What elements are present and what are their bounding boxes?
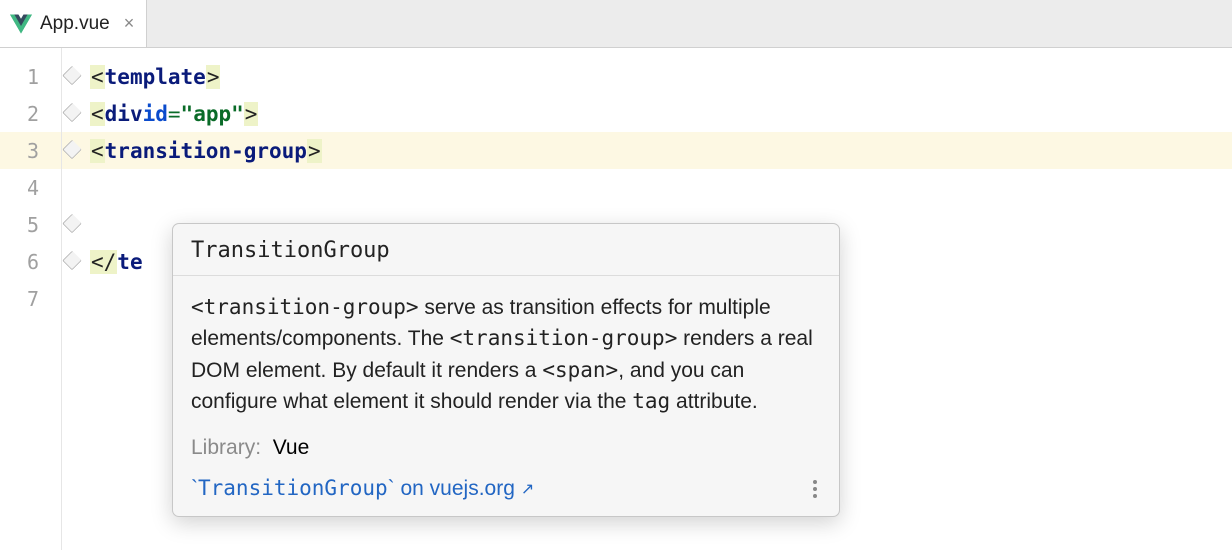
more-options-icon[interactable]: [809, 476, 821, 502]
popup-title: TransitionGroup: [173, 224, 839, 276]
line-number: 2: [0, 95, 61, 132]
vue-icon: [10, 13, 32, 35]
fold-cell: [62, 280, 82, 317]
line-number: 6: [0, 243, 61, 280]
file-tab[interactable]: App.vue ×: [0, 0, 147, 47]
tab-bar: App.vue ×: [0, 0, 1232, 48]
fold-column: [62, 48, 82, 550]
fold-toggle[interactable]: [62, 243, 82, 280]
popup-description: <transition-group> serve as transition e…: [173, 276, 839, 430]
fold-toggle[interactable]: [62, 206, 82, 243]
line-number: 5: [0, 206, 61, 243]
line-number: 1: [0, 58, 61, 95]
popup-library: Library: Vue: [173, 430, 839, 470]
fold-cell: [62, 169, 82, 206]
line-number: 3: [0, 132, 61, 169]
line-number: 4: [0, 169, 61, 206]
code-line: <div id="app">: [82, 95, 1232, 132]
fold-toggle[interactable]: [62, 95, 82, 132]
code-line: <template>: [82, 58, 1232, 95]
fold-toggle[interactable]: [62, 132, 82, 169]
code-line-active: <transition-group>: [82, 132, 1232, 169]
close-icon[interactable]: ×: [124, 13, 135, 34]
code-editor[interactable]: 1 2 3 4 5 6 7 <template> <div id="app"> …: [0, 48, 1232, 550]
code-line: [82, 169, 1232, 206]
external-link-icon: ↗: [521, 479, 534, 499]
tab-filename: App.vue: [40, 13, 110, 35]
line-gutter: 1 2 3 4 5 6 7: [0, 48, 62, 550]
fold-toggle[interactable]: [62, 58, 82, 95]
external-docs-link[interactable]: `TransitionGroup` on vuejs.org ↗: [191, 476, 534, 501]
line-number: 7: [0, 280, 61, 317]
documentation-popup: TransitionGroup <transition-group> serve…: [172, 223, 840, 517]
